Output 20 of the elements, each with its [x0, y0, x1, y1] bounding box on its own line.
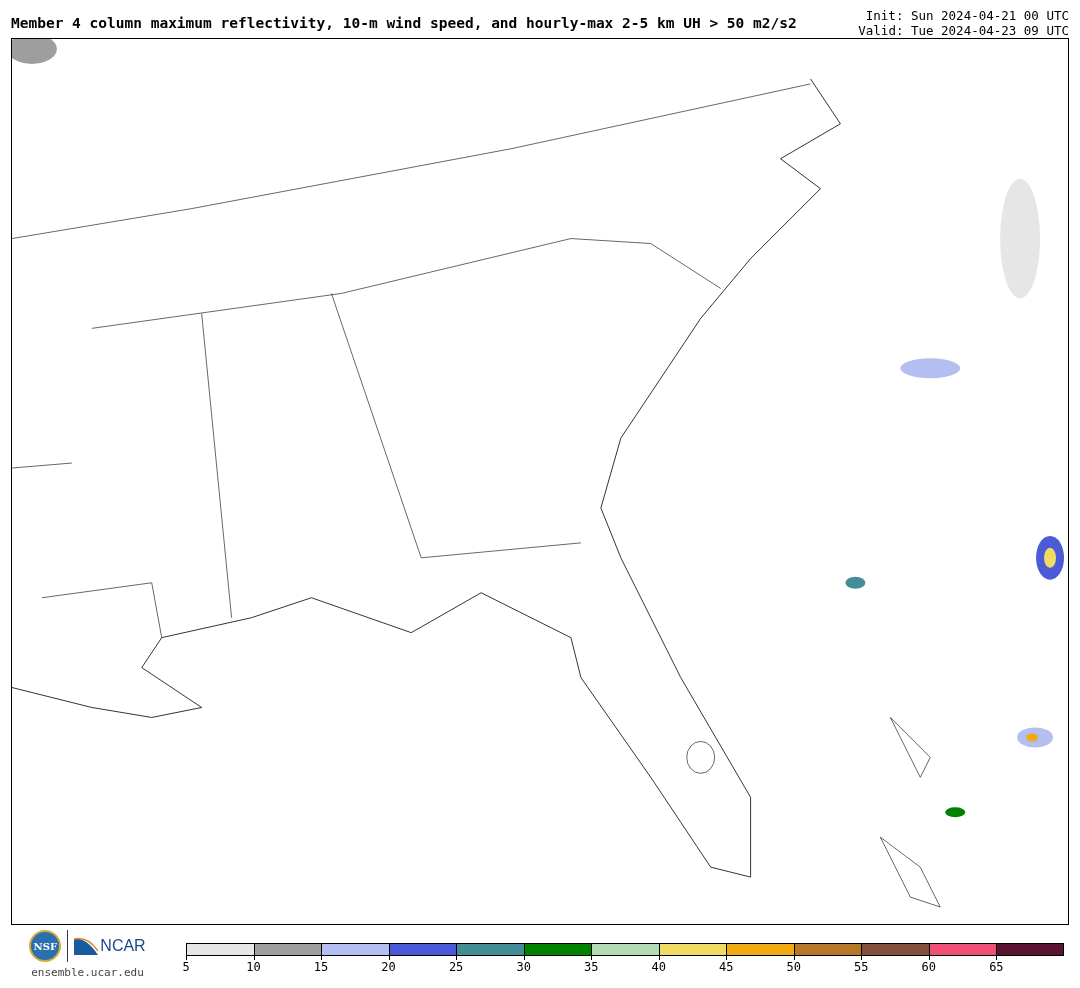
tick-label: 65: [989, 960, 1004, 974]
tick-label: 5: [182, 960, 190, 974]
tick-label: 60: [921, 960, 937, 974]
site-url: ensemble.ucar.edu: [31, 966, 144, 979]
tick-label: 45: [719, 960, 734, 974]
nsf-logo: NSF: [29, 930, 62, 962]
tick-label: 55: [854, 960, 869, 974]
init-time: Init: Sun 2024-04-21 00 UTC: [864, 8, 1069, 23]
swoosh-icon: [74, 937, 99, 955]
tick-label: 40: [651, 960, 666, 974]
tick-label: 15: [313, 960, 329, 974]
tick-label: 50: [786, 960, 801, 974]
tick-label: 35: [583, 960, 599, 974]
plot-title: Member 4 column maximum reflectivity, 10-m wind speed, and hourly-max 2-5 km UH > 50 m2/s2: [11, 15, 797, 31]
valid-time: Valid: Tue 2024-04-23 09 UTC: [858, 23, 1069, 38]
tick-label: 25: [448, 960, 464, 974]
ncar-logo: NCAR: [100, 937, 146, 955]
tick-label: 30: [516, 960, 531, 974]
tick-label: 10: [246, 960, 261, 974]
tick-label: 20: [381, 960, 396, 974]
